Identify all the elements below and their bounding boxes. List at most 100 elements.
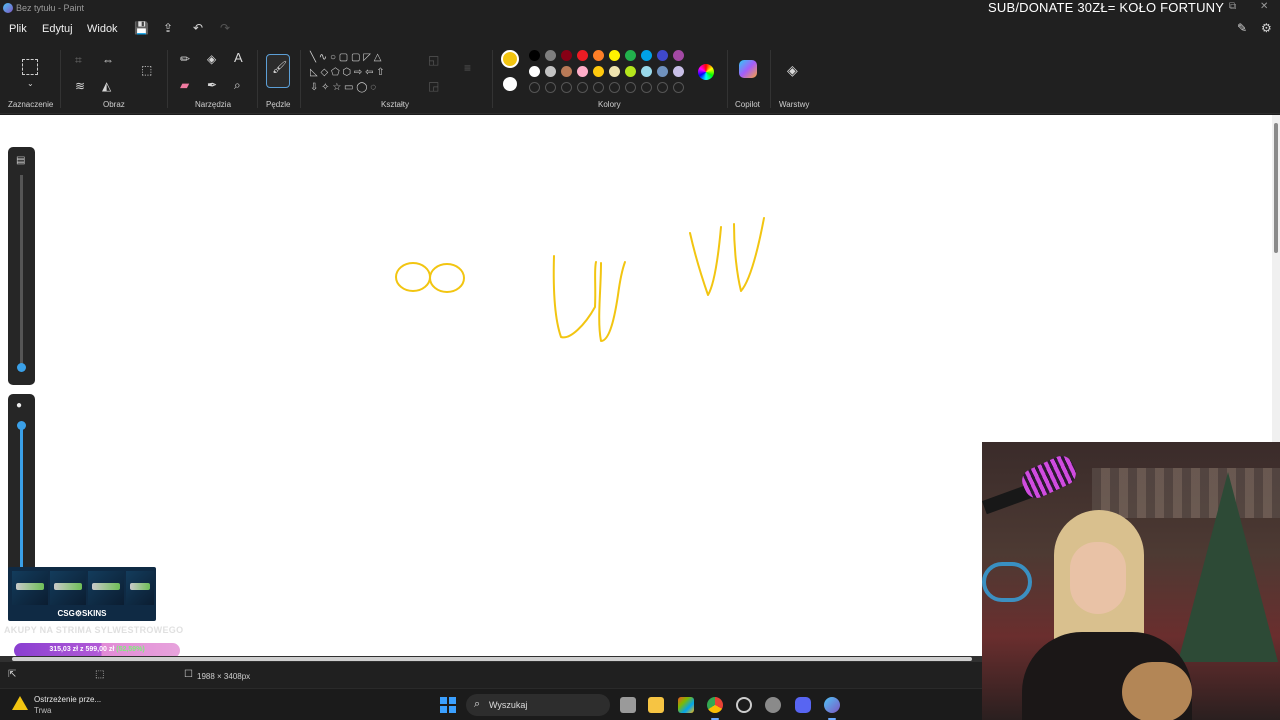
taskbar-search[interactable]: ⌕ Wyszukaj: [466, 694, 610, 716]
share-icon[interactable]: ⇪: [163, 21, 173, 35]
color-swatch[interactable]: [657, 66, 668, 77]
image-select-icon[interactable]: ⬚: [141, 64, 152, 76]
custom-color-slot[interactable]: [577, 82, 588, 93]
skin-card: [12, 571, 48, 605]
window-title: Bez tytułu - Paint: [16, 3, 85, 13]
undo-icon[interactable]: ↶: [193, 21, 203, 35]
christmas-tree: [1178, 472, 1278, 662]
custom-color-slot[interactable]: [625, 82, 636, 93]
gun-image: [92, 583, 120, 590]
color-picker-icon[interactable]: ✒: [207, 79, 217, 91]
menu-file[interactable]: Plik: [9, 23, 27, 35]
edit-colors-icon[interactable]: [698, 64, 714, 80]
store-icon[interactable]: [678, 697, 694, 713]
color-swatch[interactable]: [673, 50, 684, 61]
color-swatch[interactable]: [673, 66, 684, 77]
eraser-icon[interactable]: ▰: [180, 79, 189, 91]
selection-icon[interactable]: [22, 59, 38, 75]
brush-size-knob[interactable]: [17, 421, 26, 430]
copilot-icon[interactable]: [739, 60, 757, 78]
stroke-letter-u-2: [598, 261, 626, 342]
warning-icon[interactable]: [12, 696, 28, 710]
divider: [727, 50, 728, 108]
color-swatch[interactable]: [641, 66, 652, 77]
custom-color-slot[interactable]: [545, 82, 556, 93]
flip-icon[interactable]: ◭: [102, 80, 111, 92]
color-swatch[interactable]: [593, 66, 604, 77]
settings-icon[interactable]: ⚙: [1261, 21, 1272, 35]
file-explorer-icon[interactable]: [648, 697, 664, 713]
settings-gear-icon[interactable]: [765, 697, 781, 713]
custom-color-slot[interactable]: [641, 82, 652, 93]
fill-shape-icon[interactable]: ◲: [428, 80, 439, 92]
custom-color-slot[interactable]: [561, 82, 572, 93]
save-icon[interactable]: 💾: [134, 21, 149, 35]
color-swatch[interactable]: [625, 50, 636, 61]
discord-icon[interactable]: [795, 697, 811, 713]
current-color-swatch[interactable]: [501, 50, 519, 68]
secondary-color-swatch[interactable]: [503, 77, 517, 91]
brush-size-track[interactable]: [20, 424, 23, 574]
teddy-bear: [1122, 662, 1192, 720]
color-swatch[interactable]: [561, 66, 572, 77]
search-placeholder: Wyszukaj: [489, 700, 528, 710]
custom-color-slot[interactable]: [593, 82, 604, 93]
color-swatch[interactable]: [561, 50, 572, 61]
color-swatch[interactable]: [641, 50, 652, 61]
color-swatch[interactable]: [529, 66, 540, 77]
pencil-icon[interactable]: ✏: [180, 53, 190, 65]
custom-color-slot[interactable]: [609, 82, 620, 93]
skin-card: [50, 571, 86, 605]
notification-title[interactable]: Ostrzeżenie prze...: [34, 695, 101, 704]
close-icon[interactable]: ✕: [1260, 1, 1268, 12]
shapes-gallery[interactable]: ╲ ∿ ○ ▢ ▢ ◸ △ ◺ ◇ ⬠ ⬡ ⇨ ⇦ ⇧ ⇩ ✧ ☆ ▭ ◯ ◌: [310, 50, 410, 95]
scrollbar-thumb[interactable]: [12, 657, 972, 661]
custom-color-slot[interactable]: [673, 82, 684, 93]
comment-icon[interactable]: ✎: [1237, 21, 1247, 35]
group-label-selection: Zaznaczenie: [8, 100, 54, 109]
resize-icon[interactable]: ⇔: [102, 54, 114, 66]
text-icon[interactable]: A: [234, 51, 243, 64]
gun-image: [54, 583, 82, 590]
brush-button[interactable]: 🖌: [266, 54, 290, 88]
color-swatch[interactable]: [609, 50, 620, 61]
paint-taskbar-icon[interactable]: [824, 697, 840, 713]
obs-icon[interactable]: [736, 697, 752, 713]
gun-image: [130, 583, 150, 590]
color-swatch[interactable]: [529, 50, 540, 61]
rotate-icon[interactable]: ≋: [75, 80, 85, 92]
group-label-shapes: Kształty: [381, 100, 410, 109]
color-swatch[interactable]: [545, 50, 556, 61]
task-view-icon[interactable]: [620, 697, 636, 713]
magnifier-icon[interactable]: ⌕: [234, 79, 241, 91]
group-label-tools: Narzędzia: [195, 100, 232, 109]
redo-icon[interactable]: ↷: [220, 21, 230, 35]
color-swatch[interactable]: [657, 50, 668, 61]
windows-start-icon[interactable]: [440, 697, 456, 713]
zoom-track[interactable]: [20, 175, 23, 371]
chrome-icon[interactable]: [707, 697, 723, 713]
color-swatch[interactable]: [545, 66, 556, 77]
chevron-down-icon[interactable]: ⌄: [27, 78, 34, 90]
brush-size-panel: ●: [8, 394, 35, 574]
color-swatch[interactable]: [577, 66, 588, 77]
custom-color-slot[interactable]: [657, 82, 668, 93]
menu-view[interactable]: Widok: [87, 23, 118, 35]
color-swatch[interactable]: [593, 50, 604, 61]
stroke-size-icon[interactable]: ≡: [464, 62, 471, 74]
restore-icon[interactable]: ⧉: [1229, 1, 1236, 12]
cursor-position-icon: ⇱: [8, 669, 17, 680]
menu-edit[interactable]: Edytuj: [42, 23, 73, 35]
outline-icon[interactable]: ◱: [428, 54, 439, 66]
custom-color-slot[interactable]: [529, 82, 540, 93]
zoom-knob[interactable]: [17, 363, 26, 372]
color-swatch[interactable]: [577, 50, 588, 61]
color-swatch[interactable]: [609, 66, 620, 77]
fill-icon[interactable]: ◈: [207, 53, 216, 65]
scrollbar-thumb[interactable]: [1274, 123, 1278, 253]
layers-icon[interactable]: ◈: [787, 63, 798, 77]
crop-icon[interactable]: ⌗: [75, 54, 82, 66]
donation-percent: (52,59%): [116, 646, 145, 653]
ribbon: ⌄ Zaznaczenie ⌗ ⇔ ⬚ ≋ ◭ Obraz ✏ ◈ A ▰ ✒ …: [0, 42, 1280, 114]
color-swatch[interactable]: [625, 66, 636, 77]
